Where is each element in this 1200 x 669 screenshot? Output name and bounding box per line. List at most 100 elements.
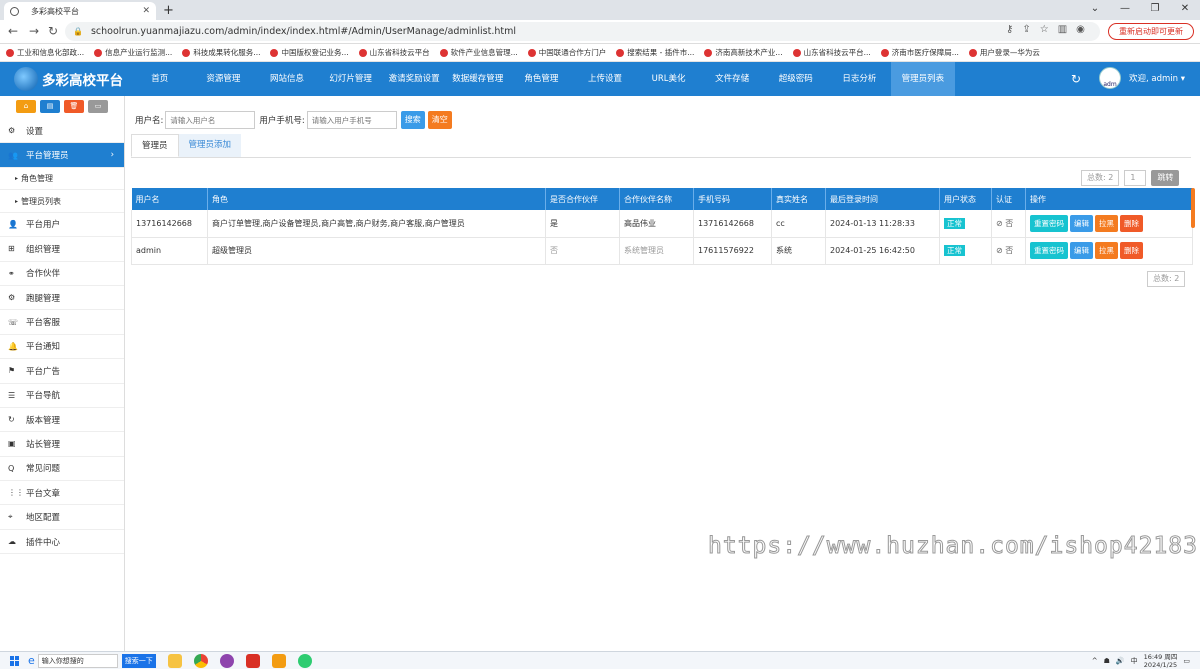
reload-icon[interactable]: ↻	[48, 24, 58, 38]
new-tab-icon[interactable]: +	[163, 3, 174, 18]
sidebar-item[interactable]: ☏ 平台客服	[0, 310, 124, 335]
key-icon[interactable]: ⚷	[1006, 24, 1013, 35]
sidebar-item[interactable]: ⚙ 设置	[0, 119, 124, 144]
go-button[interactable]: 跳转	[1151, 170, 1180, 186]
top-menu-item[interactable]: 超级密码	[764, 62, 828, 96]
block-button[interactable]: 拉黑	[1095, 242, 1118, 259]
sidebar-item[interactable]: ⌖ 地区配置	[0, 505, 124, 530]
restore-icon[interactable]: ❐	[1140, 0, 1170, 20]
file-icon[interactable]: ▤	[40, 100, 60, 113]
trash-icon[interactable]: 🗑	[64, 100, 84, 113]
bookmark-item[interactable]: 用户登录—华为云	[968, 47, 1040, 58]
refresh-icon[interactable]: ↻	[1071, 72, 1081, 86]
sidebar-item[interactable]: 🔔 平台通知	[0, 335, 124, 360]
sidebar-subitem[interactable]: ▸ 管理员列表	[0, 190, 124, 213]
username-input[interactable]	[165, 111, 256, 129]
top-menu-item[interactable]: 日志分析	[828, 62, 892, 96]
bookmark-item[interactable]: 信息产业运行监测...	[94, 47, 172, 58]
sidepanel-icon[interactable]: ▥	[1058, 24, 1067, 35]
sidebar-item[interactable]: ⚙ 跑腿管理	[0, 286, 124, 311]
browser-icon[interactable]	[219, 653, 234, 668]
edit-button[interactable]: 编辑	[1070, 214, 1093, 232]
forward-icon[interactable]: →	[29, 24, 39, 38]
update-button[interactable]: 重新启动即可更新	[1108, 23, 1194, 40]
sidebar-item[interactable]: 👤 平台用户	[0, 213, 124, 238]
delete-button[interactable]: 删除	[1120, 242, 1143, 259]
top-menu-item[interactable]: 邀请奖励设置	[382, 62, 446, 96]
taskbar-search-button[interactable]: 搜索一下	[121, 653, 156, 668]
close-window-icon[interactable]: ✕	[1170, 0, 1200, 20]
wps-icon[interactable]	[245, 653, 260, 668]
sidebar-item[interactable]: ⚑ 平台广告	[0, 359, 124, 384]
sidebar-item[interactable]: ⚭ 合作伙伴	[0, 262, 124, 286]
notification-icon[interactable]: ▭	[1183, 657, 1190, 665]
taskbar-search-input[interactable]: 输入你想搜的	[37, 653, 118, 668]
sidebar-item[interactable]: ☰ 平台导航	[0, 384, 124, 408]
chevron-up-icon[interactable]: ^	[1092, 657, 1098, 665]
folder-icon[interactable]	[271, 653, 286, 668]
top-menu-item[interactable]: 管理员列表	[891, 62, 955, 96]
sidebar-item[interactable]: ⊞ 组织管理	[0, 237, 124, 262]
scrollbar[interactable]	[1191, 188, 1195, 228]
bookmark-item[interactable]: 搜索结果 - 插件市...	[616, 47, 694, 58]
bookmark-item[interactable]: 济南高新技术产业...	[704, 47, 783, 58]
top-menu-item[interactable]: 首页	[128, 62, 192, 96]
file-explorer-icon[interactable]	[167, 653, 182, 668]
bookmark-item[interactable]: 工业和信息化部政...	[6, 47, 84, 58]
top-menu-item[interactable]: 角色管理	[510, 62, 574, 96]
top-menu-item[interactable]: 数据缓存管理	[446, 62, 510, 96]
clear-button[interactable]: 清空	[427, 111, 452, 129]
network-icon[interactable]: ☗	[1104, 657, 1110, 665]
home-icon[interactable]: ⌂	[16, 100, 36, 113]
top-menu-item[interactable]: 幻灯片管理	[319, 62, 383, 96]
bookmark-item[interactable]: 科技成果转化服务...	[182, 47, 260, 58]
top-menu-item[interactable]: 上传设置	[573, 62, 637, 96]
page-input[interactable]: 1	[1124, 170, 1147, 186]
sidebar-item[interactable]: ☁ 插件中心	[0, 530, 124, 555]
block-button[interactable]: 拉黑	[1095, 214, 1118, 232]
volume-icon[interactable]: 🔊	[1116, 657, 1125, 665]
top-menu-item[interactable]: 网站信息	[255, 62, 319, 96]
bookmark-item[interactable]: 中国版权登记业务...	[270, 47, 349, 58]
url-field[interactable]: 🔒 schoolrun.yuanmajiazu.com/admin/index/…	[65, 22, 1100, 41]
phone-input[interactable]	[306, 111, 397, 129]
bookmark-item[interactable]: 中国联通合作方门户	[527, 47, 606, 58]
minimize-icon[interactable]: —	[1110, 0, 1140, 20]
browser-tab[interactable]: 多彩高校平台 ✕	[4, 2, 156, 20]
share-icon[interactable]: ⇪	[1022, 24, 1030, 35]
profile-icon[interactable]: ◉	[1076, 24, 1085, 35]
top-menu-item[interactable]: URL美化	[637, 62, 701, 96]
bookmark-item[interactable]: 山东省科技云平台	[358, 47, 430, 58]
star-icon[interactable]: ☆	[1040, 24, 1049, 35]
clock[interactable]: 16:49 周四 2024/1/25	[1144, 653, 1178, 669]
bookmark-item[interactable]: 山东省科技云平台...	[792, 47, 871, 58]
sidebar-item[interactable]: ⋮⋮ 平台文章	[0, 481, 124, 506]
back-icon[interactable]: ←	[8, 24, 18, 38]
reset-password-button[interactable]: 重置密码	[1030, 242, 1068, 259]
user-menu[interactable]: adm 欢迎, admin ▾	[1099, 67, 1185, 89]
edit-button[interactable]: 编辑	[1070, 242, 1093, 259]
card-icon[interactable]: ▭	[88, 100, 108, 113]
windows-start-icon[interactable]	[10, 655, 20, 666]
sidebar-item[interactable]: 👥 平台管理员 ›	[0, 143, 124, 168]
tab-admin-add[interactable]: 管理员添加	[178, 134, 242, 157]
search-button[interactable]: 搜索	[400, 111, 425, 129]
delete-button[interactable]: 删除	[1120, 214, 1143, 232]
chevron-down-icon[interactable]: ⌄	[1080, 0, 1110, 20]
reset-password-button[interactable]: 重置密码	[1030, 214, 1068, 232]
close-tab-icon[interactable]: ✕	[142, 6, 150, 16]
ie-icon[interactable]: e	[28, 654, 35, 667]
top-menu-item[interactable]: 资源管理	[192, 62, 256, 96]
sidebar-item[interactable]: ▣ 站长管理	[0, 432, 124, 457]
sidebar-item[interactable]: ↻ 版本管理	[0, 408, 124, 433]
tab-admin[interactable]: 管理员	[131, 134, 179, 157]
bookmark-item[interactable]: 济南市医疗保障局...	[880, 47, 959, 58]
bookmark-item[interactable]: 软件产业信息管理...	[439, 47, 518, 58]
chrome-icon[interactable]	[193, 653, 208, 668]
wechat-icon[interactable]	[297, 653, 312, 668]
ime-icon[interactable]: 中	[1131, 656, 1138, 666]
top-menu-item[interactable]: 文件存储	[700, 62, 764, 96]
sidebar-item[interactable]: Q 常见问题	[0, 457, 124, 482]
app-logo[interactable]: 多彩高校平台	[14, 67, 123, 91]
sidebar-subitem[interactable]: ▸ 角色管理	[0, 168, 124, 191]
